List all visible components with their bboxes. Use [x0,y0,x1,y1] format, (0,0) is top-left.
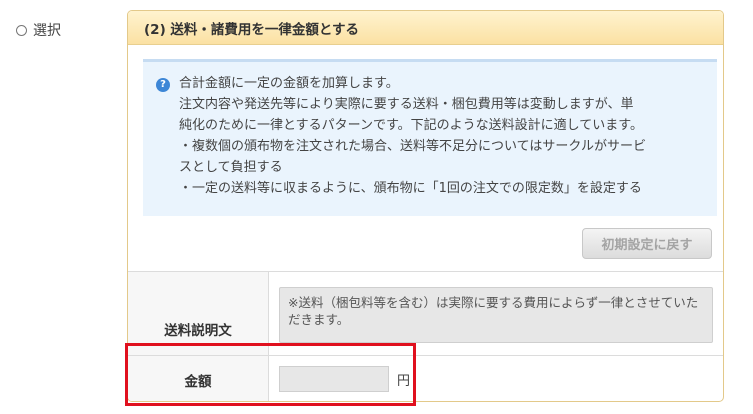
info-line: ・一定の送料等に収まるように、頒布物に「1回の注文での限定数」を設定する [179,181,642,196]
info-line: 純化のために一律とするパターンです。下記のような送料設計に適しています。 [179,118,643,133]
option-radio-row[interactable]: 選択 [16,20,61,40]
info-line: スとして負担する [179,160,283,175]
panel-title: (2) 送料・諸費用を一律金額とする [128,11,723,45]
option-radio[interactable] [16,24,27,36]
info-line: 合計金額に一定の金額を加算します。 [179,76,399,91]
help-icon: ? [156,78,170,92]
highlight-box [125,343,416,406]
info-line: 注文内容や発送先等により実際に要する送料・梱包費用等は変動しますが、単 [179,97,634,112]
info-line: ・複数個の頒布物を注文された場合、送料等不足分についてはサークルがサービ [179,139,646,154]
shipping-description-field[interactable]: ※送料（梱包料等を含む）は実際に要する費用によらず一律とさせていただきます。 [279,287,713,343]
option-label: 選択 [33,23,61,39]
info-box: ? 合計金額に一定の金額を加算します。 注文内容や発送先等により実際に要する送料… [143,59,717,216]
reset-defaults-button[interactable]: 初期設定に戻す [582,228,712,259]
